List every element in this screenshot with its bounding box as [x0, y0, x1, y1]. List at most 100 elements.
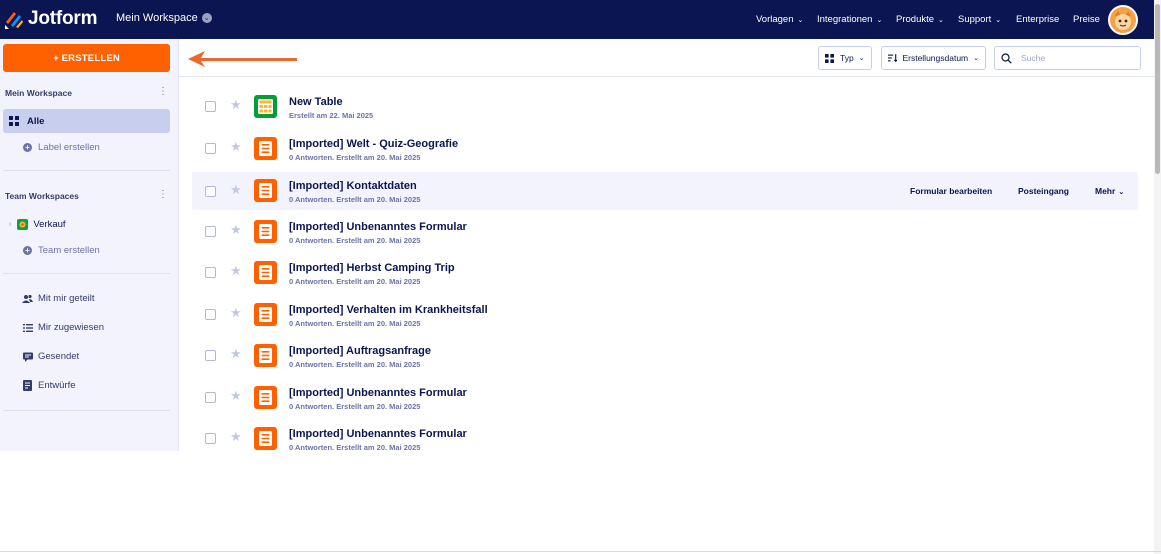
row-checkbox[interactable] — [205, 101, 216, 112]
chevron-down-icon: ⌄ — [858, 55, 865, 62]
row-checkbox[interactable] — [205, 350, 216, 361]
star-icon[interactable]: ★ — [230, 388, 242, 403]
form-icon — [254, 302, 277, 326]
inbox-button[interactable]: Posteingang — [1018, 186, 1069, 196]
row-title[interactable]: [Imported] Kontaktdaten — [289, 180, 417, 192]
team-avatar-icon — [17, 219, 29, 230]
sidebar-item-all[interactable]: Alle — [3, 109, 170, 133]
sidebar-item-shared[interactable]: Mit mir geteilt — [22, 293, 94, 304]
edit-form-button[interactable]: Formular bearbeiten — [910, 186, 992, 196]
nav-preise[interactable]: Preise — [1073, 14, 1100, 25]
sidebar-item-sent[interactable]: Gesendet — [22, 351, 79, 362]
sidebar-item-label: Verkauf — [33, 219, 66, 230]
kebab-menu-icon[interactable]: ⋮ — [158, 87, 168, 97]
nav-label: Produkte — [896, 14, 935, 25]
nav-vorlagen[interactable]: Vorlagen ⌄ — [756, 14, 803, 25]
list-item[interactable]: ★ [Imported] Unbenanntes Formular 0 Antw… — [192, 212, 1138, 250]
plus-circle-icon: + — [22, 245, 33, 256]
create-team-text: Team erstellen — [38, 245, 100, 256]
star-icon[interactable]: ★ — [230, 430, 242, 444]
scrollbar-thumb[interactable] — [1155, 4, 1160, 174]
nav-integrationen[interactable]: Integrationen ⌄ — [817, 14, 882, 25]
row-subtitle: 0 Antworten. Erstellt am 20. Mai 2025 — [289, 360, 421, 369]
sidebar-item-label: Mir zugewiesen — [38, 322, 104, 333]
cartoon-avatar-icon — [1110, 7, 1136, 33]
row-title[interactable]: [Imported] Welt - Quiz-Geografie — [289, 138, 458, 150]
row-checkbox[interactable] — [205, 186, 216, 197]
grid-icon — [9, 116, 19, 126]
row-title[interactable]: [Imported] Verhalten im Krankheitsfall — [289, 304, 488, 316]
kebab-menu-icon[interactable]: ⋮ — [158, 190, 168, 200]
list-item[interactable]: ★ [Imported] Kontaktdaten 0 Antworten. E… — [192, 172, 1138, 210]
search-placeholder: Suche — [1021, 53, 1046, 63]
row-checkbox[interactable] — [205, 308, 216, 320]
jotform-logo[interactable]: Jotform — [4, 6, 98, 32]
form-icon — [254, 344, 277, 367]
top-navigation-bar: Jotform Mein Workspace ⌄ Vorlagen ⌄ Integ… — [0, 0, 1154, 39]
search-icon — [1001, 52, 1012, 64]
row-checkbox[interactable] — [205, 267, 216, 278]
list-item[interactable]: ★ [Imported] Welt - Quiz-Geografie 0 Ant… — [192, 129, 1138, 167]
sidebar-item-drafts[interactable]: Entwürfe — [22, 380, 76, 391]
list-item[interactable]: ★ [Imported] Unbenanntes Formular 0 Antw… — [192, 378, 1138, 416]
row-title[interactable]: [Imported] Unbenanntes Formular — [289, 428, 467, 440]
row-title[interactable]: New Table — [289, 96, 343, 108]
form-icon — [254, 261, 277, 284]
more-button[interactable]: Mehr ⌄ — [1095, 186, 1124, 196]
sort-label: Erstellungsdatum — [902, 53, 969, 63]
chevron-down-icon: ⌄ — [1118, 189, 1125, 196]
nav-produkte[interactable]: Produkte ⌄ — [896, 14, 944, 25]
nav-label: Support — [958, 14, 992, 25]
create-label-text: Label erstellen — [38, 142, 100, 153]
star-icon[interactable]: ★ — [230, 347, 242, 361]
row-checkbox[interactable] — [205, 391, 216, 403]
workspace-switcher[interactable]: Mein Workspace ⌄ — [116, 12, 212, 24]
form-icon — [254, 179, 277, 202]
row-title[interactable]: [Imported] Auftragsanfrage — [289, 345, 431, 357]
more-label: Mehr — [1095, 186, 1116, 196]
create-team-link[interactable]: + Team erstellen — [22, 245, 100, 256]
page-scrollbar[interactable] — [1154, 0, 1161, 554]
divider — [0, 551, 1161, 552]
type-filter-dropdown[interactable]: Typ ⌄ — [818, 46, 872, 70]
form-icon — [254, 219, 277, 243]
sidebar-item-label: Alle — [27, 115, 45, 127]
row-title[interactable]: [Imported] Unbenanntes Formular — [289, 221, 467, 233]
table-icon — [254, 95, 277, 118]
row-checkbox[interactable] — [205, 142, 216, 154]
divider — [3, 410, 170, 411]
star-icon[interactable]: ★ — [230, 98, 242, 112]
sidebar-item-assigned[interactable]: Mir zugewiesen — [22, 322, 104, 333]
star-icon[interactable]: ★ — [230, 305, 242, 320]
search-input[interactable]: Suche — [994, 46, 1141, 70]
chevron-right-icon: › — [9, 221, 12, 228]
my-workspace-heading: Mein Workspace — [5, 88, 72, 98]
row-title[interactable]: [Imported] Unbenanntes Formular — [289, 387, 467, 399]
star-icon[interactable]: ★ — [230, 264, 242, 278]
list-item[interactable]: ★ [Imported] Herbst Camping Trip 0 Antwo… — [192, 253, 1138, 291]
list-item[interactable]: ★ [Imported] Unbenanntes Formular 0 Antw… — [192, 419, 1138, 451]
row-title[interactable]: [Imported] Herbst Camping Trip — [289, 262, 455, 274]
nav-label: Preise — [1073, 14, 1100, 25]
list-item[interactable]: ★ [Imported] Auftragsanfrage 0 Antworten… — [192, 336, 1138, 374]
nav-support[interactable]: Support ⌄ — [958, 14, 1001, 25]
star-icon[interactable]: ★ — [230, 222, 242, 237]
user-avatar[interactable] — [1108, 5, 1138, 35]
row-checkbox[interactable] — [205, 433, 216, 444]
sort-dropdown[interactable]: Erstellungsdatum ⌄ — [881, 46, 986, 70]
list-item[interactable]: ★ [Imported] Verhalten im Krankheitsfall… — [192, 295, 1138, 333]
star-icon[interactable]: ★ — [230, 183, 242, 197]
divider — [3, 170, 170, 171]
create-button[interactable]: + ERSTELLEN — [3, 44, 170, 72]
nav-enterprise[interactable]: Enterprise — [1016, 14, 1059, 25]
create-label-link[interactable]: + Label erstellen — [22, 142, 100, 153]
browser-viewport: Jotform Mein Workspace ⌄ Vorlagen ⌄ Integ… — [0, 0, 1155, 451]
row-checkbox[interactable] — [205, 225, 216, 237]
type-filter-label: Typ — [840, 53, 854, 63]
sidebar-item-verkauf[interactable]: › Verkauf — [9, 219, 66, 230]
list-item[interactable]: ★ New Table Erstellt am 22. Mai 2025 — [192, 87, 1138, 125]
workspace-switcher-label: Mein Workspace — [116, 12, 198, 24]
sent-message-icon — [22, 351, 33, 362]
row-subtitle: 0 Antworten. Erstellt am 20. Mai 2025 — [289, 443, 421, 451]
star-icon[interactable]: ★ — [230, 139, 242, 154]
